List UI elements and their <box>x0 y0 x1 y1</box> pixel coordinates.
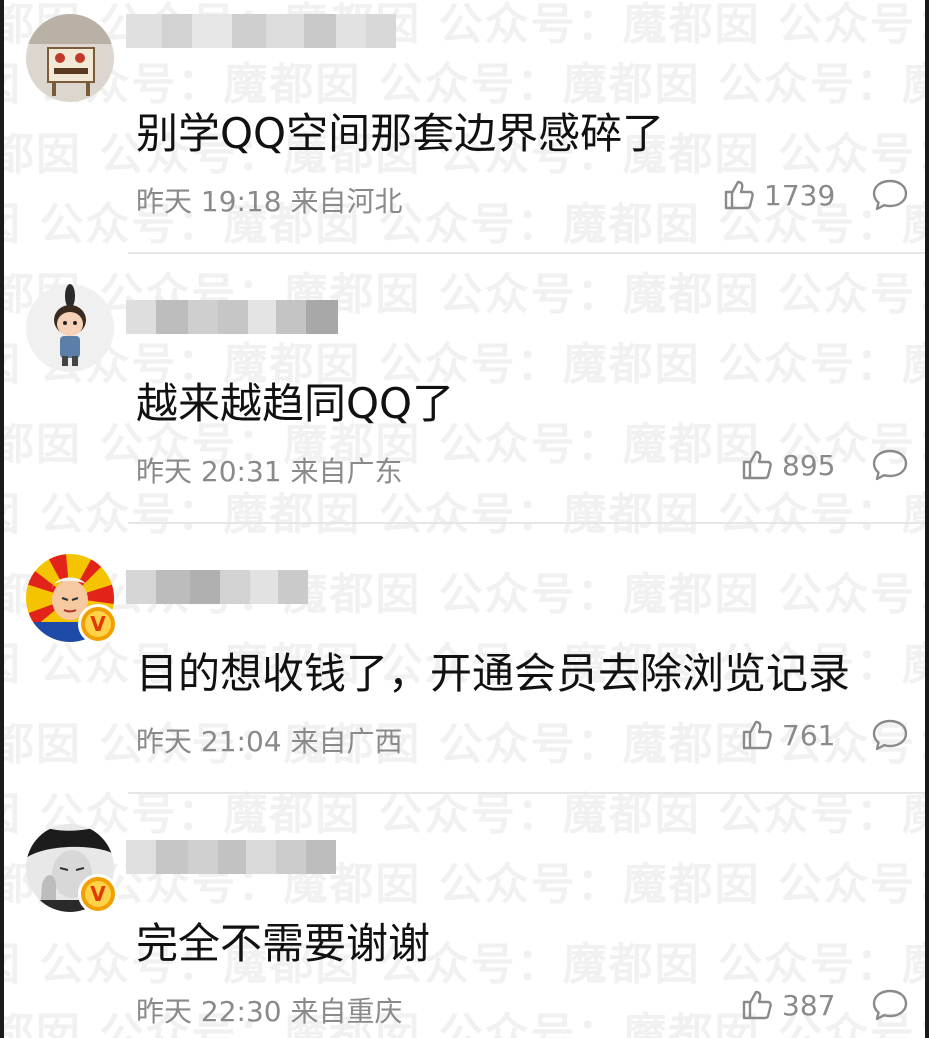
thumbs-up-icon <box>742 450 772 480</box>
avatar[interactable] <box>26 284 114 372</box>
avatar[interactable]: V <box>26 554 118 644</box>
like-button[interactable]: 387 <box>740 988 835 1022</box>
reply-bubble-icon <box>872 989 908 1021</box>
reply-bubble-icon <box>872 719 908 751</box>
username-blurred[interactable] <box>126 570 308 604</box>
reply-button[interactable] <box>871 718 909 756</box>
comment-text: 完全不需要谢谢 <box>136 919 431 968</box>
verified-badge-icon: V <box>78 874 118 914</box>
like-count: 387 <box>782 988 836 1022</box>
username-blurred[interactable] <box>126 300 338 334</box>
comment-item: 越来越趋同QQ了 昨天 20:31 来自广东 895 <box>8 254 925 524</box>
reply-button[interactable] <box>871 178 909 216</box>
avatar[interactable] <box>26 14 114 102</box>
comment-time-location: 昨天 22:30 来自重庆 <box>136 995 403 1028</box>
like-count: 895 <box>782 448 836 482</box>
reply-bubble-icon <box>872 449 908 481</box>
reply-button[interactable] <box>871 448 909 486</box>
comment-time-location: 昨天 20:31 来自广东 <box>136 455 403 488</box>
like-count: 1739 <box>764 178 836 212</box>
username-blurred[interactable] <box>126 840 336 874</box>
like-count: 761 <box>782 718 836 752</box>
comment-list: 魔都囡 公众号：魔都囡 公众号：魔都囡 公众号：魔都囡 公众号：魔都囡 魔都囡 … <box>0 0 929 1038</box>
username-blurred[interactable] <box>126 14 396 48</box>
like-button[interactable]: 1739 <box>722 178 835 212</box>
like-button[interactable]: 895 <box>740 448 835 482</box>
comment-text: 越来越趋同QQ了 <box>136 379 455 428</box>
comment-text: 别学QQ空间那套边界感碎了 <box>136 109 665 158</box>
comment-item: 别学QQ空间那套边界感碎了 昨天 19:18 来自河北 1739 <box>8 0 925 254</box>
comment-item: V 目的想收钱了，开通会员去除浏览记录 昨天 21:04 来自广西 761 <box>8 524 925 794</box>
comment-time-location: 昨天 19:18 来自河北 <box>136 185 403 218</box>
verified-badge-icon: V <box>78 604 118 644</box>
thumbs-up-icon <box>742 720 772 750</box>
avatar[interactable]: V <box>26 824 118 914</box>
avatar-cartoon-girl-icon <box>26 284 114 372</box>
comment-text: 目的想收钱了，开通会员去除浏览记录 <box>136 649 851 698</box>
reply-button[interactable] <box>871 988 909 1026</box>
comment-item: V 完全不需要谢谢 昨天 22:30 来自重庆 387 <box>8 794 925 1038</box>
thumbs-up-icon <box>724 180 754 210</box>
avatar-cartoon-sign-icon <box>26 14 114 102</box>
like-button[interactable]: 761 <box>740 718 835 752</box>
thumbs-up-icon <box>742 990 772 1020</box>
reply-bubble-icon <box>872 179 908 211</box>
comment-time-location: 昨天 21:04 来自广西 <box>136 725 403 758</box>
